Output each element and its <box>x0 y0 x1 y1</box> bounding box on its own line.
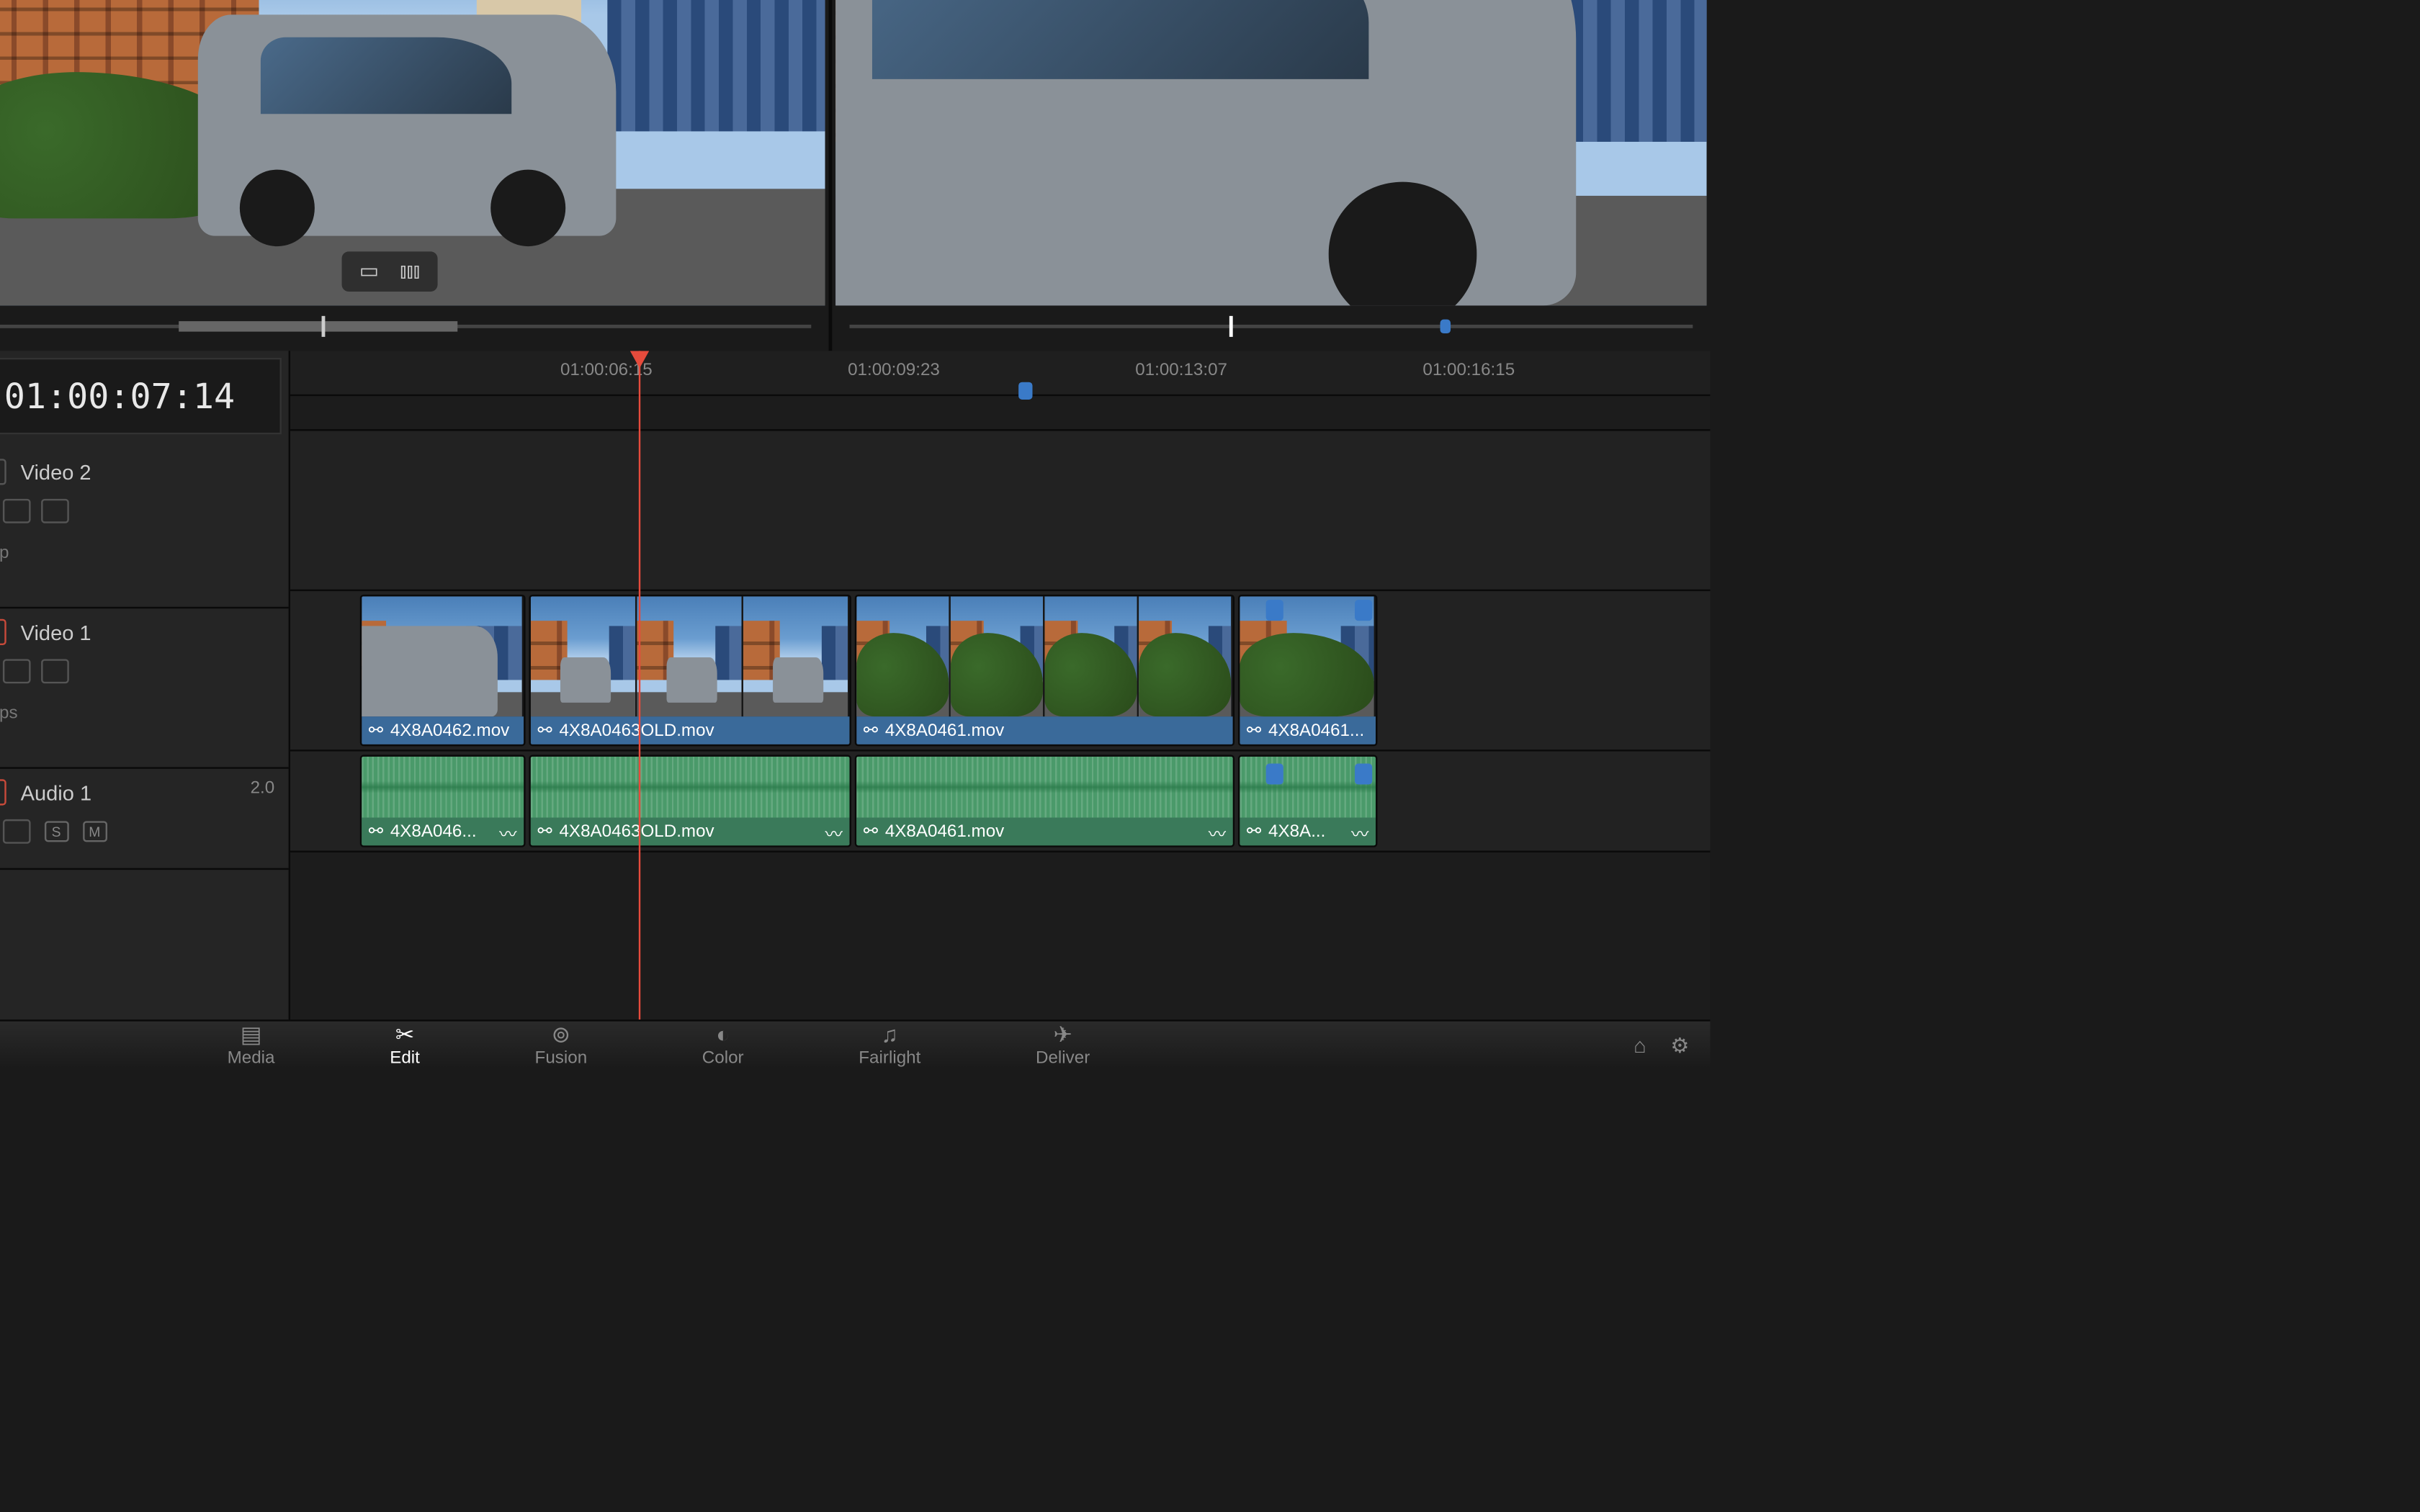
page-tab-label: Media <box>228 1049 275 1068</box>
home-button[interactable]: ⌂ <box>1634 1032 1646 1057</box>
track-a1[interactable]: ⚯ 4X8A046... 〰 ⚯ 4X8A0463OLD.mov 〰 ⚯ 4X8A0461.m… <box>290 752 1710 852</box>
ruler-timecode: 01:00:16:15 <box>1422 361 1515 381</box>
link-icon: ⚯ <box>538 822 552 842</box>
viewer-pair: ▭ ⫾⫾⫾ ▭ ▾ ‹ ● › ⏮ ◀ ■ ▶ ⏭ ⟲ <box>0 0 1710 392</box>
track-badge-v1[interactable]: V1 <box>0 619 6 645</box>
color-icon: ◐ <box>716 1022 730 1046</box>
video-clip[interactable]: ⚯ 4X8A0461... <box>1238 595 1378 746</box>
video-clip[interactable]: ⚯ 4X8A0462.mov <box>360 595 526 746</box>
clip-label-text: 4X8A0461.mov <box>885 822 1004 842</box>
link-icon: ⚯ <box>538 721 552 740</box>
track-header-v1[interactable]: V1Video 1 🔓 4 Clips <box>0 608 289 769</box>
track-name-v2: Video 2 <box>21 459 91 484</box>
audio-clip[interactable]: ⚯ 4X8A0463OLD.mov 〰 <box>529 755 851 847</box>
fx-icon: 〰 <box>1351 819 1368 845</box>
track-name-a1: Audio 1 <box>21 780 91 805</box>
track-enable-toggle[interactable] <box>40 499 68 523</box>
ruler-timecode: 01:00:13:07 <box>1135 361 1227 381</box>
auto-select-toggle[interactable] <box>2 819 30 844</box>
timeline-tracks[interactable]: 01:00:06:1501:00:09:2301:00:13:0701:00:1… <box>290 351 1710 1020</box>
main-area: ▾ Master sons Smart Bins Bruitages vent.… <box>0 0 1710 392</box>
auto-select-toggle[interactable] <box>2 659 30 683</box>
timeline-viewer: ✎ ▾ ◫ ↗ ● ⋯ ✐ ▾ ‹ ● › <box>832 0 1710 392</box>
page-tab-color[interactable]: ◐ Color <box>688 1022 758 1068</box>
page-tab-label: Fusion <box>535 1049 588 1068</box>
clip-marker[interactable] <box>1355 600 1372 621</box>
audio-only-icon[interactable]: ⫾⫾⫾ <box>400 258 420 284</box>
fx-icon: 〰 <box>825 819 843 845</box>
link-icon: ⚯ <box>1247 721 1261 740</box>
source-overlay-controls[interactable]: ▭ ⫾⫾⫾ <box>342 251 438 292</box>
timeline-viewer-image[interactable] <box>835 0 1706 305</box>
fairlight-icon: ♫ <box>882 1022 899 1046</box>
channel-count: 2.0 <box>251 779 275 798</box>
link-icon: ⚯ <box>1247 822 1261 842</box>
video-only-icon[interactable]: ▭ <box>359 258 379 284</box>
source-scrubber[interactable] <box>0 316 811 337</box>
audio-clip[interactable]: ⚯ 4X8A... 〰 <box>1238 755 1378 847</box>
page-tab-label: Deliver <box>1036 1049 1090 1068</box>
track-header-a1[interactable]: 2.0 A1Audio 1 🔓SM <box>0 769 289 870</box>
track-enable-toggle[interactable] <box>40 659 68 683</box>
video-clip[interactable]: ⚯ 4X8A0463OLD.mov <box>529 595 851 746</box>
link-icon: ⚯ <box>369 721 383 740</box>
clip-label-text: 4X8A0461.mov <box>885 721 1004 740</box>
clip-label-text: 4X8A0463OLD.mov <box>559 822 714 842</box>
clip-label-text: 4X8A0461... <box>1268 721 1364 740</box>
link-icon: ⚯ <box>864 822 878 842</box>
timeline-marker[interactable] <box>1018 382 1032 400</box>
deliver-icon: ✈ <box>1053 1022 1072 1046</box>
clip-count-v1: 4 Clips <box>0 704 274 724</box>
clip-label-text: 4X8A046... <box>390 822 477 842</box>
track-v2[interactable] <box>290 431 1710 591</box>
solo-button[interactable]: S <box>44 821 68 842</box>
fx-icon: 〰 <box>1209 819 1226 845</box>
page-tab-edit[interactable]: ✂ Edit <box>376 1022 434 1068</box>
timeline-current-tc[interactable]: 01:00:07:14 <box>0 358 282 434</box>
track-headers: 01:00:07:14 V2Video 2 🔓 0 Clip V1Video 1… <box>0 351 290 1020</box>
playhead[interactable] <box>639 351 640 1020</box>
page-tab-label: Fairlight <box>859 1049 920 1068</box>
page-tab-label: Edit <box>390 1049 420 1068</box>
clip-marker[interactable] <box>1266 600 1283 621</box>
link-icon: ⚯ <box>369 822 383 842</box>
edit-icon: ✂ <box>395 1022 414 1046</box>
fusion-icon: ⊚ <box>552 1022 570 1046</box>
video-clip[interactable]: ⚯ 4X8A0461.mov <box>855 595 1234 746</box>
timeline-ruler[interactable]: 01:00:06:1501:00:09:2301:00:13:0701:00:1… <box>290 351 1710 396</box>
project-settings-button[interactable]: ⚙ <box>1670 1032 1689 1057</box>
scrub-marker[interactable] <box>1440 320 1451 333</box>
track-badge-a1[interactable]: A1 <box>0 779 6 805</box>
track-name-v1: Video 1 <box>21 620 91 644</box>
page-tab-label: Color <box>702 1049 744 1068</box>
track-header-v2[interactable]: V2Video 2 🔓 0 Clip <box>0 449 289 609</box>
source-viewer: ▭ ⫾⫾⫾ ▭ ▾ ‹ ● › ⏮ ◀ ■ ▶ ⏭ ⟲ <box>0 0 828 392</box>
page-bar: ✦ DaVinci Resolve 15 PUBLIC BETA ▤Media✂… <box>0 1020 1710 1068</box>
page-tab-fairlight[interactable]: ♫ Fairlight <box>845 1022 935 1068</box>
source-viewer-image[interactable]: ▭ ⫾⫾⫾ <box>0 0 825 305</box>
link-icon: ⚯ <box>864 721 878 740</box>
timeline-panel: 01:00:07:14 V2Video 2 🔓 0 Clip V1Video 1… <box>0 351 1710 1020</box>
audio-clip[interactable]: ⚯ 4X8A0461.mov 〰 <box>855 755 1234 847</box>
clip-count-v2: 0 Clip <box>0 544 274 564</box>
mute-button[interactable]: M <box>82 821 107 842</box>
clip-label-text: 4X8A0463OLD.mov <box>559 721 714 740</box>
timeline-scrubber[interactable] <box>850 316 1693 337</box>
track-badge-v2[interactable]: V2 <box>0 459 6 485</box>
audio-clip[interactable]: ⚯ 4X8A046... 〰 <box>360 755 526 847</box>
page-tab-media[interactable]: ▤ Media <box>213 1022 289 1068</box>
page-tab-fusion[interactable]: ⊚ Fusion <box>521 1022 601 1068</box>
page-tab-deliver[interactable]: ✈ Deliver <box>1022 1022 1104 1068</box>
ruler-timecode: 01:00:09:23 <box>848 361 940 381</box>
track-v1[interactable]: ⚯ 4X8A0462.mov ⚯ 4X8A0463OLD.mov ⚯ 4X8A0461.m… <box>290 591 1710 752</box>
clip-label-text: 4X8A... <box>1268 822 1325 842</box>
clip-label-text: 4X8A0462.mov <box>390 721 509 740</box>
auto-select-toggle[interactable] <box>2 499 30 523</box>
media-icon: ▤ <box>241 1022 262 1046</box>
fx-icon: 〰 <box>499 819 516 845</box>
